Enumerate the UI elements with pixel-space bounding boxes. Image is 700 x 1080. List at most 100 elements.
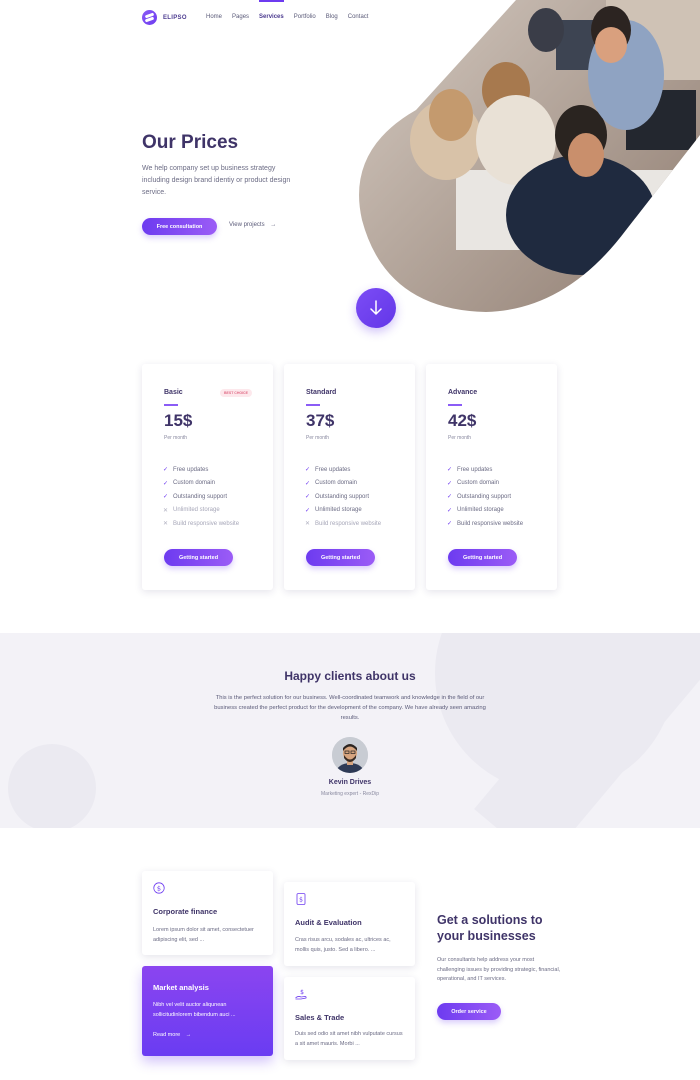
check-icon: ✓	[305, 507, 311, 514]
person-avatar-icon	[332, 737, 368, 773]
arrow-down-icon	[370, 300, 382, 315]
avatar	[332, 737, 368, 773]
check-icon: ✓	[447, 521, 453, 528]
cross-icon: ✕	[305, 521, 311, 528]
order-service-button[interactable]: Order service	[437, 1003, 501, 1020]
feature-item: ✓ Custom domain	[305, 480, 358, 487]
pricing-card-standard: Standard 37$ Per month ✓ Free updates ✓ Cu…	[284, 364, 415, 590]
feature-item: ✓ Custom domain	[163, 480, 216, 487]
feature-item: ✓ Build responsive website	[447, 520, 524, 528]
view-projects-label: View projects	[229, 222, 265, 228]
feature-item: ✕ Build responsive website	[305, 520, 382, 528]
feature-item: ✓ Outstanding support	[447, 493, 512, 501]
service-title: Audit & Evaluation	[295, 918, 362, 927]
plan-period: Per month	[448, 435, 472, 441]
scroll-down-button[interactable]	[356, 288, 396, 328]
service-card-market-analysis[interactable]: Market analysis Nibh vel velit auctor al…	[142, 966, 273, 1056]
cross-icon: ✕	[163, 521, 169, 528]
logo-icon	[142, 10, 157, 25]
check-icon: ✓	[305, 494, 311, 501]
free-consultation-button[interactable]: Free consultation	[142, 218, 217, 235]
hand-money-icon: $	[295, 989, 307, 1000]
check-icon: ✓	[305, 467, 311, 474]
service-card-corporate-finance[interactable]: $ Corporate finance Lorem ipsum dolor si…	[142, 871, 273, 955]
plan-period: Per month	[164, 435, 188, 441]
feature-item: ✓ Free updates	[447, 466, 493, 474]
feature-item: ✕ Build responsive website	[163, 520, 240, 528]
getting-started-button[interactable]: Getting started	[164, 549, 233, 566]
feature-list: ✓ Free updates ✓ Custom domain ✓ Outstandin…	[447, 463, 523, 531]
plan-underline	[448, 404, 462, 406]
nav-item-blog[interactable]: Blog	[326, 14, 338, 20]
read-more-link[interactable]: Read more →	[153, 1032, 191, 1038]
feature-item: ✓ Free updates	[163, 466, 209, 474]
document-dollar-icon: $	[296, 893, 306, 905]
feature-item: ✓ Outstanding support	[305, 493, 370, 501]
check-icon: ✓	[163, 480, 169, 487]
svg-text:$: $	[157, 884, 161, 892]
plan-price: 37$	[306, 411, 335, 430]
check-icon: ✓	[305, 480, 311, 487]
decorative-circle	[8, 744, 96, 828]
feature-list: ✓ Free updates ✓ Custom domain ✓ Outstandin…	[163, 463, 239, 531]
check-icon: ✓	[163, 467, 169, 474]
feature-item: ✓ Unlimited storage	[305, 507, 362, 514]
check-icon: ✓	[447, 480, 453, 487]
testimonial-author: Kevin Drives	[328, 779, 372, 786]
solutions-text: Our consultants help address your most c…	[437, 957, 561, 982]
getting-started-button[interactable]: Getting started	[448, 549, 517, 566]
nav-item-portfolio[interactable]: Portfolio	[294, 14, 316, 20]
testimonial-role: Marketing expert - RexDip	[320, 791, 380, 797]
arrow-right-icon: →	[270, 222, 277, 228]
service-card-sales-trade[interactable]: $ Sales & Trade Duis sed odio sit amet n…	[284, 977, 415, 1060]
feature-item: ✓ Custom domain	[447, 480, 500, 487]
hero-description: We help company set up business strategy…	[142, 165, 291, 196]
feature-item: ✓ Unlimited storage	[447, 507, 504, 514]
feature-item: ✓ Outstanding support	[163, 493, 228, 501]
svg-text:$: $	[299, 897, 303, 904]
nav-item-pages[interactable]: Pages	[232, 14, 249, 20]
pricing-card-basic: Basic BEST CHOICE 15$ Per month ✓ Free up…	[142, 364, 273, 590]
plan-period: Per month	[306, 435, 330, 441]
plan-name: Basic	[164, 389, 183, 396]
service-card-audit-evaluation[interactable]: $ Audit & Evaluation Cras risus arcu, so…	[284, 882, 415, 966]
nav-item-home[interactable]: Home	[206, 14, 222, 20]
getting-started-button[interactable]: Getting started	[306, 549, 375, 566]
plan-name: Advance	[448, 389, 478, 396]
service-title: Corporate finance	[153, 907, 218, 916]
nav-item-services[interactable]: Services	[259, 0, 284, 20]
testimonial-title: Happy clients about us	[284, 669, 416, 683]
svg-text:$: $	[300, 989, 304, 996]
plan-price: 42$	[448, 411, 477, 430]
logo-text: ELIPSO	[163, 14, 187, 21]
plan-badge: BEST CHOICE	[220, 389, 252, 397]
service-title: Market analysis	[153, 983, 209, 992]
feature-item: ✕ Unlimited storage	[163, 507, 220, 514]
page-title: Our Prices	[142, 132, 239, 153]
feature-list: ✓ Free updates ✓ Custom domain ✓ Outstandin…	[305, 463, 381, 531]
plan-price: 15$	[164, 411, 193, 430]
view-projects-link[interactable]: View projects →	[229, 222, 276, 228]
testimonial-quote: This is the perfect solution for our bus…	[214, 695, 486, 721]
check-icon: ✓	[447, 507, 453, 514]
check-icon: ✓	[447, 467, 453, 474]
check-icon: ✓	[447, 494, 453, 501]
plan-underline	[306, 404, 320, 406]
plan-name: Standard	[306, 389, 337, 396]
service-text: Lorem ipsum dolor sit amet, consectetuer…	[153, 927, 254, 943]
logo[interactable]: ELIPSO	[142, 10, 187, 25]
check-icon: ✓	[163, 494, 169, 501]
main-menu: Home Pages Services Portfolio Blog Conta…	[206, 0, 378, 20]
plan-underline	[164, 404, 178, 406]
dollar-icon: $	[153, 882, 165, 894]
service-text: Duis sed odio sit amet nibh vulputate cu…	[295, 1031, 403, 1047]
arrow-right-icon: →	[185, 1032, 192, 1038]
solutions-title: Get a solutions to your businesses	[437, 913, 543, 943]
service-title: Sales & Trade	[295, 1013, 345, 1022]
service-text: Nibh vel velit auctor aliqunean sollicit…	[153, 1002, 236, 1018]
service-text: Cras risus arcu, sodales ac, ultrices ac…	[295, 937, 391, 953]
feature-item: ✓ Free updates	[305, 466, 351, 474]
hero-image	[359, 0, 700, 312]
pricing-card-advance: Advance 42$ Per month ✓ Free updates ✓ Cus…	[426, 364, 557, 590]
cross-icon: ✕	[163, 507, 169, 514]
